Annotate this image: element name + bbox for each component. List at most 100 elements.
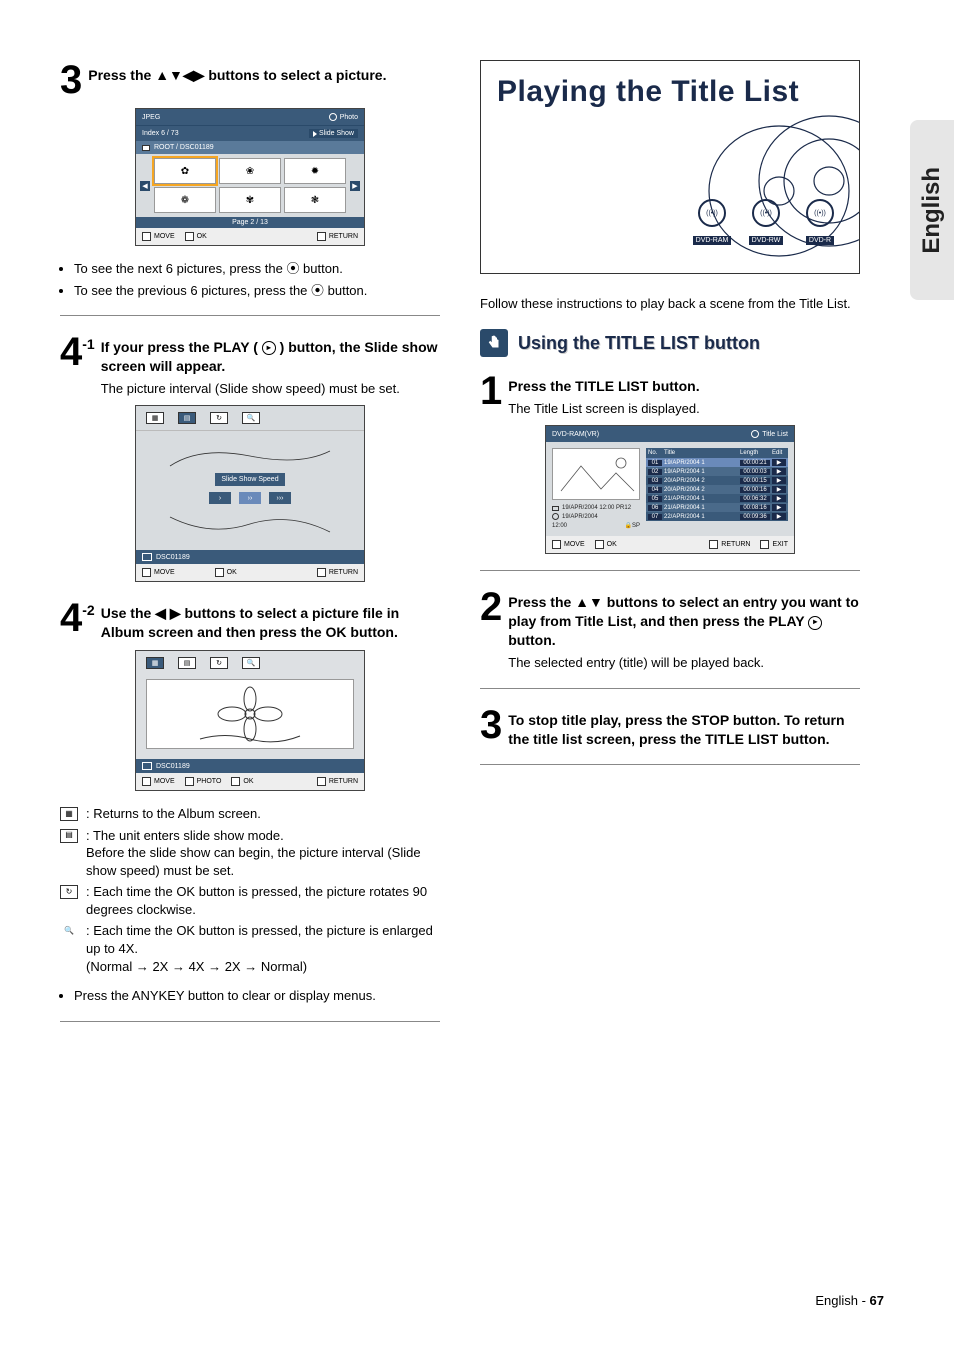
tl-head-l: DVD-RAM(VR) bbox=[552, 431, 599, 438]
right-column: Playing the Title List ((•))DVD-RAM ((•)… bbox=[480, 60, 860, 1038]
tl-foot-return: RETURN bbox=[721, 541, 750, 548]
play-icon: ▸ bbox=[262, 341, 276, 355]
step3-arrows: ▲▼◀▶ bbox=[155, 67, 204, 83]
step3-text-b: buttons to select a picture. bbox=[204, 67, 386, 83]
intro-text: Follow these instructions to play back a… bbox=[480, 296, 860, 311]
zoom-tab-icon: 🔍 bbox=[242, 412, 260, 424]
r-step1-num: 1 bbox=[480, 371, 502, 411]
panel2-foot-move: MOVE bbox=[154, 569, 175, 576]
r-step-2: 2 Press the ▲▼ buttons to select an entr… bbox=[480, 587, 860, 671]
next-page-icon: ▶ bbox=[350, 181, 360, 191]
speed-opt-1: › bbox=[209, 492, 231, 504]
step-number: 3 bbox=[60, 60, 82, 100]
r-step3-bold: To stop title play, press the STOP butto… bbox=[508, 712, 844, 747]
step4a-sub: -1 bbox=[82, 336, 94, 352]
tl-info-3a: 12:00 bbox=[552, 523, 567, 529]
speed-opt-3: ››› bbox=[269, 492, 291, 504]
side-language-label: English bbox=[918, 167, 946, 254]
step-3: 3 Press the ▲▼◀▶ buttons to select a pic… bbox=[60, 60, 440, 100]
album-tab-icon-2: ▦ bbox=[146, 657, 164, 669]
tl-foot-exit: EXIT bbox=[772, 541, 788, 548]
tl-foot-ok: OK bbox=[607, 541, 617, 548]
legend-3: : Each time the OK button is pressed, th… bbox=[86, 883, 440, 918]
legend-2: : The unit enters slide show mode. Befor… bbox=[86, 827, 440, 880]
step4a-note: The picture interval (Slide show speed) … bbox=[101, 380, 440, 398]
photo-preview bbox=[146, 679, 354, 749]
panel1-index: Index 6 / 73 bbox=[142, 130, 179, 137]
title-list-row: 0420/APR/2004 200:00:16▶ bbox=[646, 485, 788, 494]
panel1-slideshow: Slide Show bbox=[319, 130, 354, 137]
panel1-foot-move: MOVE bbox=[154, 233, 175, 240]
bullet-prev: To see the previous 6 pictures, press th… bbox=[74, 282, 440, 300]
r-step-1: 1 Press the TITLE LIST button. The Title… bbox=[480, 371, 860, 417]
anykey-bullet: Press the ANYKEY button to clear or disp… bbox=[74, 987, 440, 1005]
panel1-foot-return: RETURN bbox=[329, 233, 358, 240]
thumb-3: ✹ bbox=[284, 158, 346, 184]
step4a-number: 4 bbox=[60, 332, 82, 372]
tl-info-1: 19/APR/2004 12:00 PR12 bbox=[562, 505, 631, 511]
side-language-tab: English bbox=[910, 120, 954, 300]
step4b-number: 4 bbox=[60, 598, 82, 638]
title-list-row: 0521/APR/2004 100:06:32▶ bbox=[646, 494, 788, 503]
badge-dvd-r: ((•))DVD-R bbox=[797, 199, 843, 247]
r-step2-num: 2 bbox=[480, 587, 502, 627]
r-step-3: 3 To stop title play, press the STOP but… bbox=[480, 705, 860, 749]
tl-head-r: Title List bbox=[762, 431, 788, 438]
step4b-sub: -2 bbox=[82, 602, 94, 618]
tl-preview bbox=[552, 448, 640, 500]
step-4-2: 4 -2 Use the ◀ ▶ buttons to select a pic… bbox=[60, 598, 440, 642]
panel2-foot-ok: OK bbox=[227, 569, 237, 576]
step4a-bold: If your press the PLAY ( ▸ ) button, the… bbox=[101, 339, 438, 374]
thumb-6: ❃ bbox=[284, 187, 346, 213]
thumb-5: ✾ bbox=[219, 187, 281, 213]
next-prev-bullets: To see the next 6 pictures, press the ⦿ … bbox=[74, 260, 440, 299]
footer-lang: English - bbox=[815, 1293, 869, 1308]
panel3-foot-photo: PHOTO bbox=[197, 778, 222, 785]
slideshow-tab-icon: ▤ bbox=[178, 412, 196, 424]
hand-icon bbox=[480, 329, 508, 357]
rotate-tab-icon: ↻ bbox=[210, 412, 228, 424]
panel1-head-right: Photo bbox=[340, 114, 358, 121]
speed-banner: Slide Show Speed bbox=[215, 473, 284, 486]
tl-hdr-edit: Edit bbox=[772, 450, 786, 456]
legend-1: : Returns to the Album screen. bbox=[86, 805, 261, 823]
slideshow-speed-panel: ▦ ▤ ↻ 🔍 Slide Show Speed › ›› ››› DSC011… bbox=[135, 405, 365, 582]
panel1-head-left: JPEG bbox=[142, 114, 160, 121]
panel3-foot-ok: OK bbox=[243, 778, 253, 785]
album-tab-icon: ▦ bbox=[146, 412, 164, 424]
tl-hdr-no: No. bbox=[648, 450, 662, 456]
tl-hdr-length: Length bbox=[740, 450, 770, 456]
zoom-tab-icon-2: 🔍 bbox=[242, 657, 260, 669]
title-list-row: 0219/APR/2004 100:00:03▶ bbox=[646, 467, 788, 476]
subheading: Using the TITLE LIST button bbox=[518, 333, 760, 354]
flower-sketch-small2 bbox=[160, 512, 340, 538]
prev-page-icon: ◀ bbox=[140, 181, 150, 191]
thumb-4: ❁ bbox=[154, 187, 216, 213]
slideshow-tab-icon-2: ▤ bbox=[178, 657, 196, 669]
zoom-icon: 🔍 bbox=[60, 924, 78, 938]
play-icon-2: ▸ bbox=[808, 616, 822, 630]
panel3-foot-move: MOVE bbox=[154, 778, 175, 785]
rotate-icon: ↻ bbox=[60, 885, 78, 899]
thumb-1: ✿ bbox=[154, 158, 216, 184]
r-step1-bold: Press the TITLE LIST button. bbox=[508, 378, 699, 394]
step3-text-a: Press the bbox=[88, 67, 155, 83]
thumb-2: ❀ bbox=[219, 158, 281, 184]
title-list-row: 0722/APR/2004 100:09:36▶ bbox=[646, 512, 788, 521]
panel3-dsc: DSC01189 bbox=[156, 763, 190, 770]
panel3-foot-return: RETURN bbox=[329, 778, 358, 785]
photo-view-panel: ▦ ▤ ↻ 🔍 DSC01189 MOVE PHOTO OK RETURN bbox=[135, 650, 365, 791]
badge-dvd-ram: ((•))DVD-RAM bbox=[689, 199, 735, 247]
step-4-1: 4 -1 If your press the PLAY ( ▸ ) button… bbox=[60, 332, 440, 397]
r-step1-note: The Title List screen is displayed. bbox=[508, 400, 699, 418]
tl-info-3b: SP bbox=[632, 523, 640, 529]
tl-foot-move: MOVE bbox=[564, 541, 585, 548]
panel2-foot-return: RETURN bbox=[329, 569, 358, 576]
panel1-crumb: ROOT / DSC01189 bbox=[154, 144, 214, 151]
flower-sketch-small bbox=[160, 441, 340, 471]
r-step2-bold: Press the ▲▼ buttons to select an entry … bbox=[508, 594, 859, 648]
title-banner: Playing the Title List ((•))DVD-RAM ((•)… bbox=[480, 60, 860, 274]
title-list-row: 0320/APR/2004 200:00:15▶ bbox=[646, 476, 788, 485]
album-icon: ▦ bbox=[60, 807, 78, 821]
panel1-foot-ok: OK bbox=[197, 233, 207, 240]
